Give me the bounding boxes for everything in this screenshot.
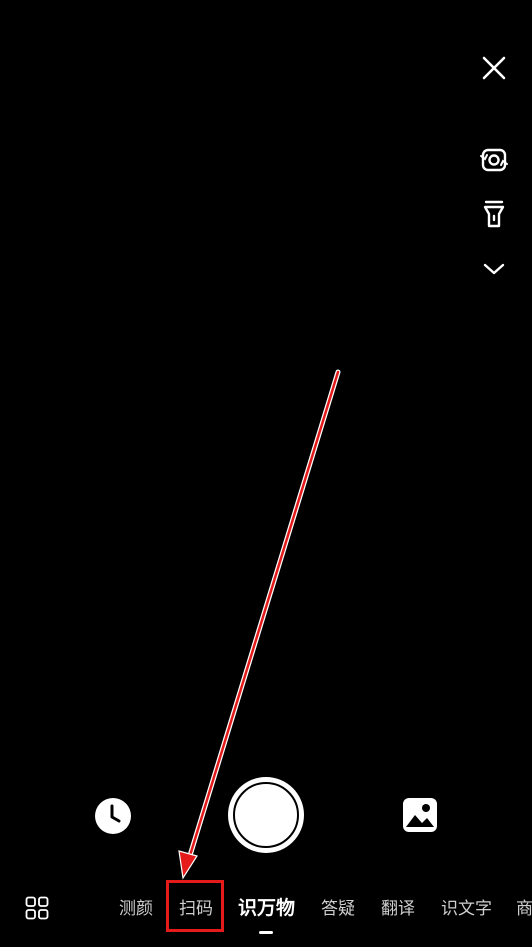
close-button[interactable] [474, 48, 514, 88]
image-icon [403, 798, 437, 832]
chevron-down-icon [483, 263, 505, 275]
expand-button[interactable] [474, 249, 514, 289]
tab-text-recognition[interactable]: 识文字 [441, 897, 492, 921]
tab-face-test[interactable]: 测颜 [119, 897, 153, 921]
flashlight-icon [483, 200, 505, 228]
shutter-button[interactable] [228, 777, 304, 853]
tab-identify-anything[interactable]: 识万物 [238, 896, 295, 920]
mode-grid-button[interactable] [25, 896, 49, 920]
tab-question-answer[interactable]: 答疑 [321, 897, 355, 921]
flashlight-button[interactable] [474, 194, 514, 234]
close-icon [482, 56, 506, 80]
grid-icon [25, 896, 49, 920]
history-button[interactable] [94, 797, 132, 835]
active-tab-indicator [259, 931, 273, 934]
shutter-ring [233, 782, 299, 848]
camera-flip-icon [480, 148, 508, 172]
annotation-highlight-box [166, 880, 224, 932]
tab-translate[interactable]: 翻译 [381, 897, 415, 921]
clock-icon [95, 798, 131, 834]
flip-camera-button[interactable] [474, 140, 514, 180]
gallery-button[interactable] [402, 797, 438, 833]
tab-shopping[interactable]: 商 [516, 897, 532, 921]
